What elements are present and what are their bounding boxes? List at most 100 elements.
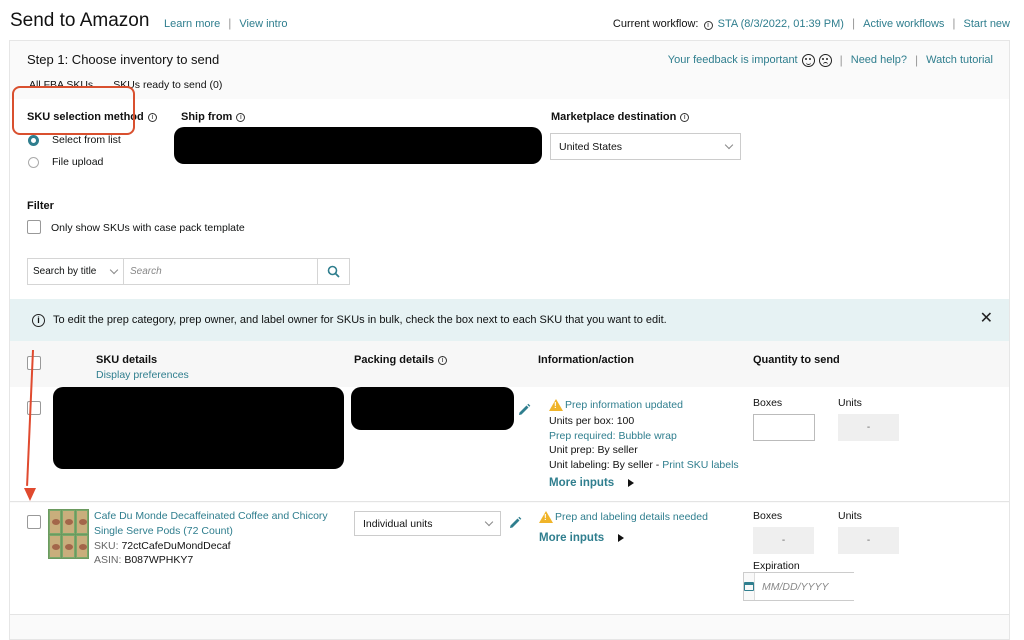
header-information-action: Information/action [538,354,634,366]
boxes-label: Boxes [753,397,783,409]
learn-more-link[interactable]: Learn more [164,18,220,30]
need-help-link[interactable]: Need help? [851,54,907,66]
separator: | [915,53,919,67]
packing-redacted [351,387,514,430]
radio-label: File upload [52,156,104,168]
case-pack-checkbox[interactable] [27,220,41,234]
info-icon[interactable]: i [438,356,448,365]
banner-text: To edit the prep category, prep owner, a… [53,314,667,326]
radio-select-from-list[interactable]: Select from list [28,134,121,146]
expiration-input[interactable] [755,573,906,600]
more-inputs-button[interactable]: More inputs [549,477,635,489]
search-type-value: Search by title [33,266,97,277]
radio-label: Select from list [52,134,121,146]
play-arrow-icon [618,534,625,542]
info-icon[interactable]: i [680,113,690,122]
marketplace-label: Marketplace destination i [551,111,690,123]
row-checkbox[interactable] [27,515,41,529]
units-per-box: Units per box: 100 [549,415,635,427]
more-inputs-button[interactable]: More inputs [539,532,625,544]
active-workflows-link[interactable]: Active workflows [863,18,944,30]
workflow-link[interactable]: STA (8/3/2022, 01:39 PM) [718,18,844,30]
prep-labeling-needed-link[interactable]: Prep and labeling details needed [555,511,708,523]
calendar-icon [744,582,754,591]
marketplace-value: United States [559,140,623,153]
units-label: Units [838,397,862,409]
search-type-select[interactable]: Search by title [28,259,124,284]
info-icon[interactable]: i [236,113,246,122]
chevron-down-icon [484,517,494,527]
annotation-highlight-box [12,86,135,135]
close-icon[interactable]: ✕ [980,311,993,327]
more-inputs-label: More inputs [549,477,615,489]
pencil-icon[interactable] [517,403,531,417]
watch-tutorial-link[interactable]: Watch tutorial [926,54,993,66]
pencil-icon[interactable] [508,516,522,530]
header-quantity-to-send: Quantity to send [753,354,840,366]
boxes-value: - [753,527,814,554]
top-bar: Send to Amazon Learn more | View intro Cur… [0,0,1024,40]
warning-message: Prep and labeling details needed [539,511,708,523]
expiration-date-field [743,572,906,601]
product-asin: ASIN: B087WPHKY7 [94,554,193,566]
sad-face-icon[interactable] [818,53,832,67]
info-icon[interactable]: i [147,113,157,122]
radio-button-checked[interactable] [28,134,39,146]
calendar-button[interactable] [744,573,755,600]
boxes-input[interactable] [753,414,815,441]
warning-message: Prep information updated [549,399,683,411]
unit-labeling: Unit labeling: By seller - [549,458,663,471]
warning-icon [549,399,563,411]
prep-required-link[interactable]: Prep required: Bubble wrap [549,430,677,442]
start-new-link[interactable]: Start new [964,18,1010,30]
asin-key: ASIN: [94,554,125,566]
step-panel: Step 1: Choose inventory to send Your fe… [9,40,1010,640]
annotation-arrow-head-icon [24,488,36,501]
display-preferences-link[interactable]: Display preferences [96,369,189,381]
marketplace-label-text: Marketplace destination [551,111,677,123]
separator: | [228,16,232,30]
header-packing-text: Packing details [354,354,435,366]
search-group: Search by title [27,258,350,285]
units-label: Units [838,510,862,522]
radio-file-upload[interactable]: File upload [28,156,103,168]
chevron-down-icon [724,140,734,150]
print-sku-labels-link[interactable]: Print SKU labels [662,459,738,471]
filter-label: Filter [27,200,54,212]
product-title-link[interactable]: Cafe Du Monde Decaffeinated Coffee and C… [94,509,344,539]
page-title: Send to Amazon [10,10,150,31]
info-icon[interactable]: i [703,21,713,30]
feedback-link[interactable]: Your feedback is important [668,54,798,66]
packing-select[interactable]: Individual units [354,511,501,536]
asin-value: B087WPHKY7 [124,554,194,566]
play-arrow-icon [628,479,635,487]
ship-from-label: Ship from i [181,111,246,123]
sku-key: SKU: [94,540,122,552]
units-value: - [838,527,899,554]
search-button[interactable] [317,259,349,284]
workflow-label: Current workflow: [612,18,699,30]
title-links: Learn more | View intro [164,16,288,30]
expiration-label: Expiration [753,560,800,572]
step-title: Step 1: Choose inventory to send [27,52,220,67]
current-workflow: Current workflow: i STA (8/3/2022, 01:39… [613,16,1010,30]
table-header: SKU details Display preferences Packing … [10,341,1009,387]
ship-from-redacted[interactable] [174,127,542,164]
marketplace-select[interactable]: United States [550,133,741,160]
radio-button[interactable] [28,156,39,168]
separator: | [851,16,856,30]
header-packing-details: Packing details i [354,354,448,366]
packing-value: Individual units [363,517,433,530]
product-sku: SKU: 72ctCafeDuMondDecaf [94,540,231,552]
product-thumbnail [48,509,89,559]
header-sku-details: SKU details [96,354,158,366]
select-all-checkbox[interactable] [27,356,41,370]
case-pack-label: Only show SKUs with case pack template [51,222,245,234]
bulk-edit-banner: i To edit the prep category, prep owner,… [10,299,1009,341]
view-intro-link[interactable]: View intro [239,18,287,30]
search-icon [327,265,340,278]
search-input[interactable] [124,259,317,284]
happy-face-icon[interactable] [801,53,815,67]
help-links: Your feedback is important | Need help? … [668,53,993,67]
prep-info-updated-link[interactable]: Prep information updated [565,399,683,411]
